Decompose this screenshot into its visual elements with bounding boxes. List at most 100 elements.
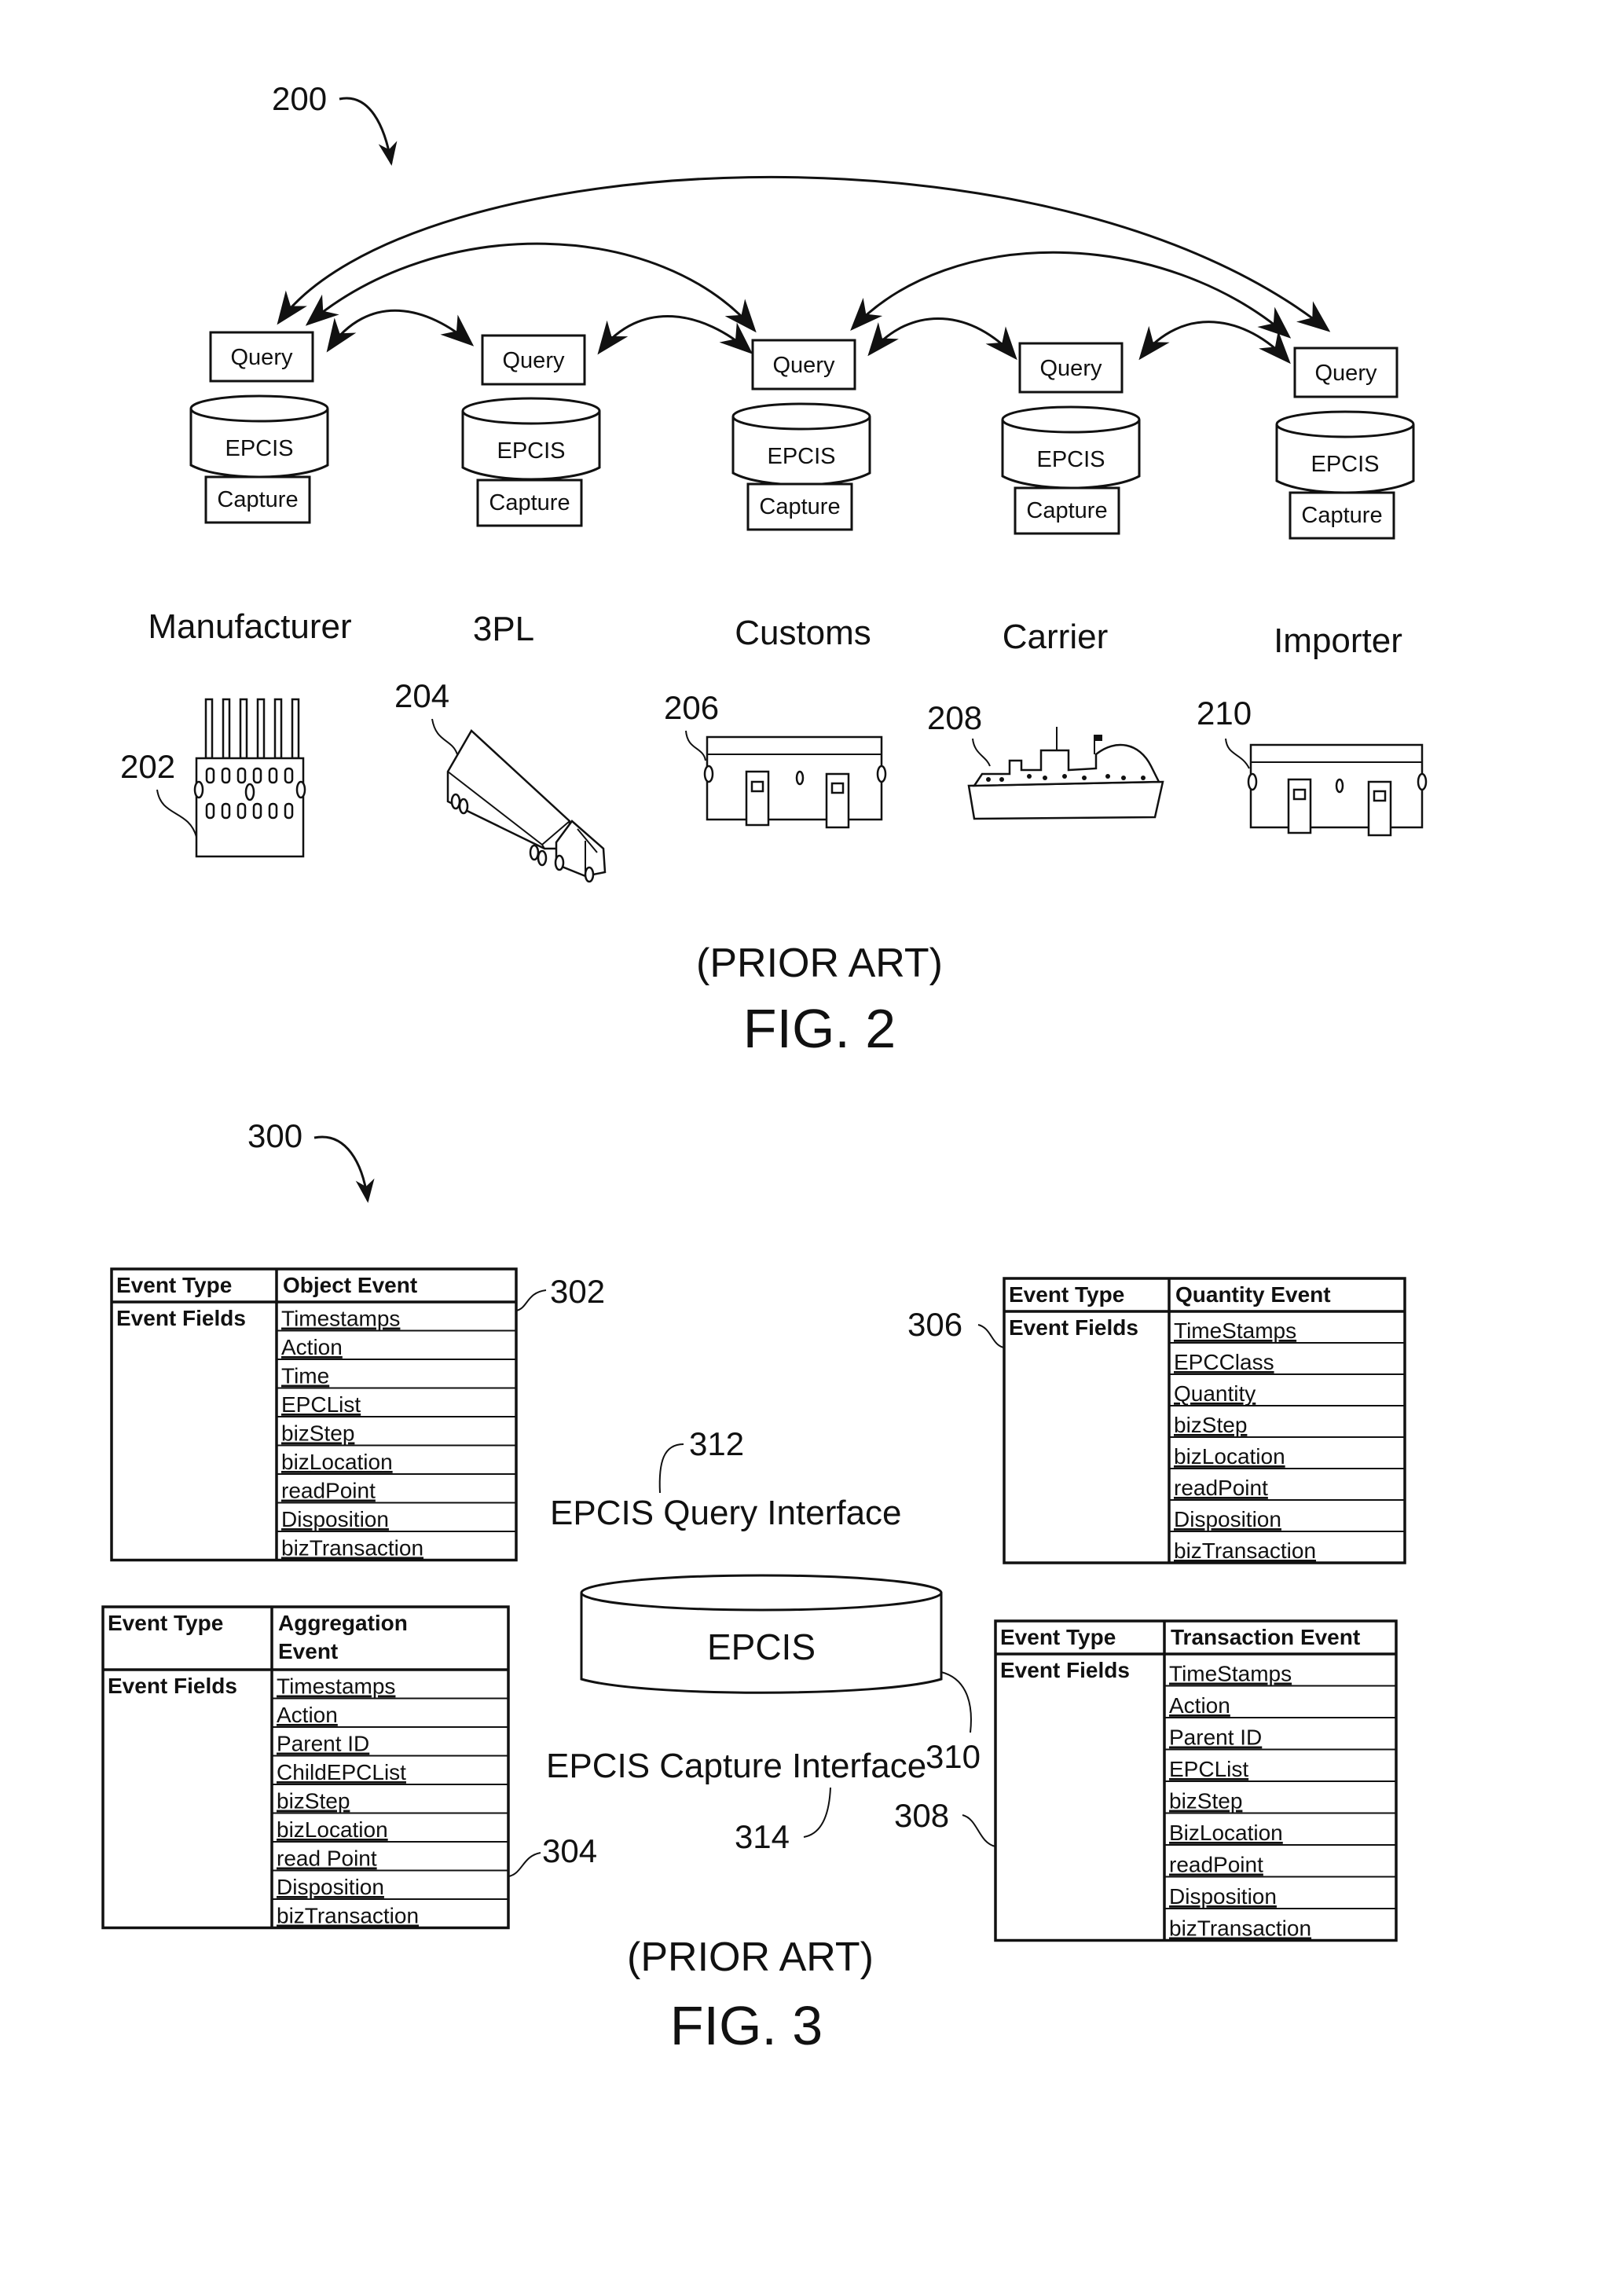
event-field: Parent ID bbox=[1169, 1725, 1262, 1750]
figure-2: 200 Query EPCIS Capture Query EPCIS Capture Qu… bbox=[120, 80, 1428, 1059]
event-field: Action bbox=[277, 1703, 338, 1727]
node-stack-customs: Query EPCIS Capture bbox=[731, 339, 871, 531]
capture-label: Capture bbox=[489, 490, 570, 515]
arc-manufacturer-3pl bbox=[326, 309, 475, 353]
ref-210: 210 bbox=[1197, 695, 1252, 732]
leader-line bbox=[977, 1324, 1005, 1348]
fig2-reference-number: 200 bbox=[272, 80, 327, 117]
ref-306: 306 bbox=[907, 1306, 962, 1343]
node-stack-carrier: Query EPCIS Capture bbox=[1001, 342, 1141, 535]
epcis-label: EPCIS bbox=[1036, 447, 1105, 472]
epcis-cylinder-top bbox=[189, 394, 329, 423]
epcis-cylinder-top bbox=[1001, 405, 1141, 434]
node-stack-3pl: Query EPCIS Capture bbox=[461, 334, 601, 527]
arc-customs-carrier bbox=[867, 317, 1017, 361]
event-field: readPoint bbox=[281, 1479, 376, 1503]
leader-line bbox=[803, 1787, 831, 1838]
event-type-label: Event Type bbox=[116, 1273, 232, 1297]
capture-label: Capture bbox=[759, 494, 840, 519]
event-field: bizStep bbox=[277, 1789, 350, 1813]
event-field: Quantity bbox=[1174, 1381, 1256, 1406]
arc-3pl-customs bbox=[597, 315, 753, 355]
event-field: Parent ID bbox=[277, 1732, 369, 1756]
event-field: bizTransaction bbox=[281, 1536, 423, 1560]
event-field: Time bbox=[281, 1364, 329, 1388]
event-fields-label: Event Fields bbox=[108, 1674, 237, 1698]
query-label: Query bbox=[1315, 361, 1377, 386]
fig3-prior-art-label: (PRIOR ART) bbox=[627, 1934, 874, 1980]
actor-label-importer: Importer bbox=[1274, 622, 1402, 660]
epcis-repository: 312 EPCIS Query Interface EPCIS 310 EPCI… bbox=[546, 1425, 981, 1855]
query-label: Query bbox=[1040, 356, 1102, 381]
ship-icon: 208 bbox=[927, 699, 1164, 820]
event-field: ChildEPCList bbox=[277, 1760, 406, 1784]
leader-line bbox=[431, 718, 458, 755]
event-field: Disposition bbox=[1169, 1884, 1277, 1909]
arc-manufacturer-customs bbox=[305, 242, 757, 333]
capture-label: Capture bbox=[217, 487, 298, 512]
factory-icon: 202 bbox=[120, 698, 306, 858]
ref-314: 314 bbox=[735, 1818, 790, 1855]
event-field: EPCList bbox=[281, 1392, 361, 1417]
customs-warehouse-icon: 206 bbox=[664, 689, 887, 829]
ref-208: 208 bbox=[927, 699, 982, 736]
node-stack-manufacturer: Query EPCIS Capture bbox=[189, 331, 329, 524]
event-field: Disposition bbox=[281, 1507, 389, 1531]
event-type-value: Quantity Event bbox=[1175, 1282, 1331, 1307]
event-field: Disposition bbox=[1174, 1507, 1281, 1531]
event-fields-label: Event Fields bbox=[1009, 1315, 1138, 1340]
actor-label-3pl: 3PL bbox=[473, 610, 534, 648]
event-type-label: Event Type bbox=[108, 1611, 223, 1635]
leader-line bbox=[972, 738, 991, 767]
event-type-value: Transaction Event bbox=[1171, 1625, 1360, 1649]
ref-308: 308 bbox=[894, 1797, 949, 1834]
event-field: Action bbox=[1169, 1693, 1230, 1718]
event-field: readPoint bbox=[1169, 1853, 1263, 1877]
epcis-label: EPCIS bbox=[707, 1626, 816, 1667]
truck-icon: 204 bbox=[394, 677, 607, 883]
event-type-label: Event Type bbox=[1009, 1282, 1124, 1307]
epcis-cylinder-top bbox=[461, 397, 601, 425]
leader-line bbox=[685, 730, 706, 761]
node-stack-importer: Query EPCIS Capture bbox=[1275, 347, 1415, 540]
event-table-308: Event Type Transaction Event Event Fields T… bbox=[894, 1619, 1398, 1942]
query-label: Query bbox=[231, 345, 293, 370]
epcis-cylinder-top bbox=[1275, 410, 1415, 438]
event-type-value: Object Event bbox=[283, 1273, 417, 1297]
ref-204: 204 bbox=[394, 677, 449, 714]
leader-line bbox=[962, 1814, 996, 1847]
epcis-label: EPCIS bbox=[497, 438, 565, 464]
event-field: readPoint bbox=[1174, 1476, 1268, 1500]
leader-line bbox=[940, 1671, 972, 1733]
event-field: Action bbox=[281, 1335, 343, 1359]
event-field: Disposition bbox=[277, 1875, 384, 1899]
leader-line bbox=[658, 1443, 684, 1494]
fig3-reference-number: 300 bbox=[247, 1117, 302, 1154]
connection-arcs bbox=[277, 175, 1331, 365]
actor-label-carrier: Carrier bbox=[1003, 618, 1108, 656]
fig3-caption: FIG. 3 bbox=[670, 1995, 823, 2056]
event-field: bizLocation bbox=[277, 1817, 388, 1842]
query-label: Query bbox=[773, 353, 835, 378]
event-field: bizStep bbox=[281, 1421, 354, 1446]
query-label: Query bbox=[503, 348, 565, 373]
event-type-value: Event bbox=[278, 1639, 338, 1663]
epcis-cylinder-top bbox=[731, 402, 871, 431]
epcis-label: EPCIS bbox=[1311, 452, 1379, 477]
fig2-caption: FIG. 2 bbox=[743, 998, 896, 1059]
event-field: EPCList bbox=[1169, 1757, 1248, 1781]
ref-206: 206 bbox=[664, 689, 719, 726]
patent-drawing-sheet: 200 Query EPCIS Capture Query EPCIS Capture Qu… bbox=[101, 80, 1428, 2056]
event-fields-label: Event Fields bbox=[116, 1306, 246, 1330]
event-field: Timestamps bbox=[281, 1307, 400, 1331]
leader-line bbox=[1225, 738, 1250, 769]
event-table-304: Event Type Aggregation Event Event Fields Ti… bbox=[101, 1605, 597, 1930]
event-field: read Point bbox=[277, 1846, 377, 1871]
event-table-306: Event Type Quantity Event Event Fields Time… bbox=[907, 1277, 1406, 1564]
reference-arrow bbox=[313, 1135, 375, 1203]
event-field: BizLocation bbox=[1169, 1821, 1283, 1845]
event-field: EPCClass bbox=[1174, 1350, 1274, 1374]
actor-label-manufacturer: Manufacturer bbox=[148, 607, 351, 646]
actor-label-customs: Customs bbox=[735, 614, 871, 652]
ref-310: 310 bbox=[926, 1738, 981, 1775]
